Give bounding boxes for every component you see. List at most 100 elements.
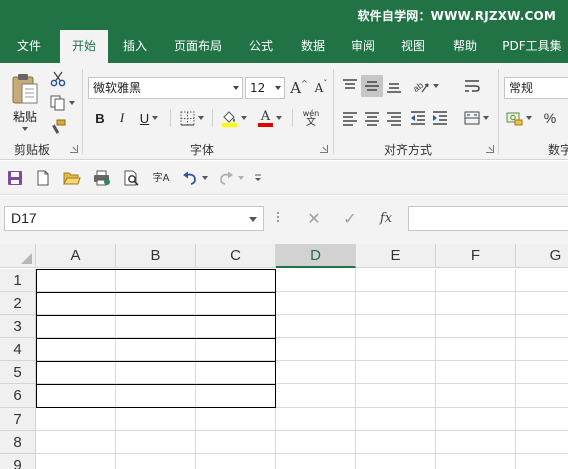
cell-c2[interactable] <box>196 292 276 315</box>
cell-d1[interactable] <box>276 269 356 292</box>
column-header-a[interactable]: A <box>36 244 116 268</box>
cell-g2[interactable] <box>516 292 568 315</box>
increase-indent-button[interactable] <box>430 107 450 129</box>
cell-c5[interactable] <box>196 361 276 384</box>
align-right-button[interactable] <box>384 107 404 129</box>
cell-b1[interactable] <box>116 269 196 292</box>
row-header-2[interactable]: 2 <box>0 292 36 315</box>
cell-c6[interactable] <box>196 384 276 408</box>
cell-c3[interactable] <box>196 315 276 338</box>
cell-c9[interactable] <box>196 454 276 469</box>
cell-a6[interactable] <box>36 384 116 408</box>
phonetic-button[interactable]: wén 文 <box>298 107 324 129</box>
number-format-combo[interactable]: 常规 <box>504 77 568 99</box>
cell-a8[interactable] <box>36 431 116 454</box>
tab-view[interactable]: 视图 <box>390 30 436 63</box>
cell-e2[interactable] <box>356 292 436 315</box>
print-button[interactable] <box>90 167 114 189</box>
cell-g9[interactable] <box>516 454 568 469</box>
spell-check-button[interactable]: 字A <box>150 167 172 189</box>
cell-f1[interactable] <box>436 269 516 292</box>
formula-input[interactable] <box>408 206 568 231</box>
tab-help[interactable]: 帮助 <box>442 30 488 63</box>
cell-a1[interactable] <box>36 269 116 292</box>
tab-file[interactable]: 文件 <box>2 30 56 63</box>
grow-font-button[interactable]: A ^ <box>290 77 308 99</box>
cell-e9[interactable] <box>356 454 436 469</box>
enter-icon[interactable]: ✓ <box>340 208 360 228</box>
redo-button[interactable] <box>214 167 246 189</box>
cell-f4[interactable] <box>436 338 516 361</box>
cell-e6[interactable] <box>356 384 436 408</box>
cell-b8[interactable] <box>116 431 196 454</box>
align-center-button[interactable] <box>362 107 382 129</box>
cell-e5[interactable] <box>356 361 436 384</box>
save-button[interactable] <box>4 167 26 189</box>
copy-button[interactable] <box>48 93 76 113</box>
cell-c7[interactable] <box>196 408 276 431</box>
cell-f5[interactable] <box>436 361 516 384</box>
cancel-icon[interactable]: ✕ <box>304 208 324 228</box>
merge-center-button[interactable] <box>460 107 492 129</box>
cell-d6[interactable] <box>276 384 356 408</box>
format-painter-button[interactable] <box>48 117 68 137</box>
cell-f2[interactable] <box>436 292 516 315</box>
cell-a2[interactable] <box>36 292 116 315</box>
cell-b7[interactable] <box>116 408 196 431</box>
cell-e7[interactable] <box>356 408 436 431</box>
cell-b4[interactable] <box>116 338 196 361</box>
cell-d9[interactable] <box>276 454 356 469</box>
tab-page-layout[interactable]: 页面布局 <box>164 30 232 63</box>
row-header-5[interactable]: 5 <box>0 361 36 384</box>
cell-e1[interactable] <box>356 269 436 292</box>
cut-button[interactable] <box>48 69 68 89</box>
cell-b5[interactable] <box>116 361 196 384</box>
cell-c8[interactable] <box>196 431 276 454</box>
cell-d4[interactable] <box>276 338 356 361</box>
cell-a7[interactable] <box>36 408 116 431</box>
cell-b6[interactable] <box>116 384 196 408</box>
cell-e3[interactable] <box>356 315 436 338</box>
cell-g7[interactable] <box>516 408 568 431</box>
cell-c4[interactable] <box>196 338 276 361</box>
tab-home[interactable]: 开始 <box>60 30 108 63</box>
cell-d7[interactable] <box>276 408 356 431</box>
row-header-8[interactable]: 8 <box>0 431 36 454</box>
fill-color-button[interactable] <box>218 107 250 129</box>
row-header-9[interactable]: 9 <box>0 454 36 469</box>
accounting-format-button[interactable] <box>504 107 534 129</box>
font-name-combo[interactable]: 微软雅黑 <box>88 77 243 99</box>
column-header-e[interactable]: E <box>356 244 436 268</box>
tab-insert[interactable]: 插入 <box>112 30 158 63</box>
column-header-d[interactable]: D <box>276 244 356 268</box>
insert-function-icon[interactable]: fx <box>376 208 396 228</box>
cell-e4[interactable] <box>356 338 436 361</box>
column-header-b[interactable]: B <box>116 244 196 268</box>
cell-c1[interactable] <box>196 269 276 292</box>
cell-f9[interactable] <box>436 454 516 469</box>
cell-b3[interactable] <box>116 315 196 338</box>
alignment-launcher-icon[interactable] <box>486 145 494 153</box>
shrink-font-button[interactable]: Aˇ <box>312 77 330 99</box>
font-color-button[interactable]: A <box>254 107 286 129</box>
underline-button[interactable]: U <box>134 107 164 129</box>
cell-d3[interactable] <box>276 315 356 338</box>
paste-button[interactable]: 粘贴 <box>6 69 44 133</box>
font-size-combo[interactable]: 12 <box>245 77 285 99</box>
wrap-text-button[interactable] <box>462 75 482 97</box>
percent-style-button[interactable]: % <box>540 107 560 129</box>
cell-d5[interactable] <box>276 361 356 384</box>
font-launcher-icon[interactable] <box>320 145 328 153</box>
cell-g3[interactable] <box>516 315 568 338</box>
tab-review[interactable]: 审阅 <box>340 30 386 63</box>
column-header-c[interactable]: C <box>196 244 276 268</box>
italic-button[interactable]: I <box>112 107 132 129</box>
cell-g4[interactable] <box>516 338 568 361</box>
print-preview-button[interactable] <box>120 167 144 189</box>
cell-d2[interactable] <box>276 292 356 315</box>
row-header-1[interactable]: 1 <box>0 269 36 292</box>
cell-a3[interactable] <box>36 315 116 338</box>
tab-formulas[interactable]: 公式 <box>238 30 284 63</box>
column-header-f[interactable]: F <box>436 244 516 268</box>
row-header-4[interactable]: 4 <box>0 338 36 361</box>
